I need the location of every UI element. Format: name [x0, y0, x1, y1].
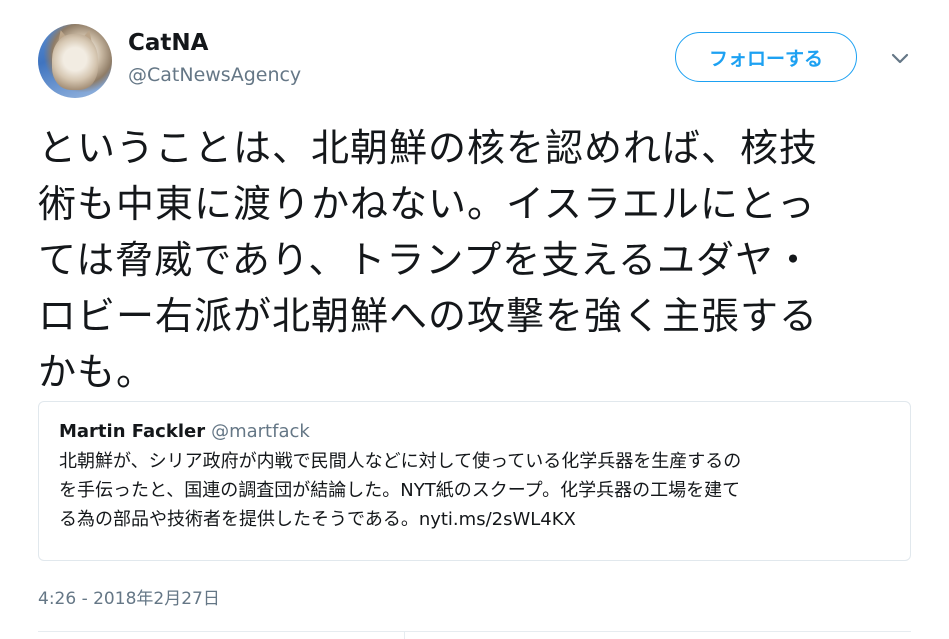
quoted-tweet-text: 北朝鮮が、シリア政府が内戦で民間人などに対して使っている化学兵器を生産するの を…: [59, 447, 899, 534]
quoted-author-handle: @martfack: [211, 421, 310, 442]
avatar-cat-face: [52, 34, 98, 90]
quoted-author-name: Martin Fackler: [59, 421, 206, 442]
tweet-line: ロビー右派が北朝鮮への攻撃を強く主張する: [38, 294, 819, 338]
chevron-down-icon[interactable]: [887, 46, 913, 72]
divider-tick: [404, 632, 405, 639]
avatar[interactable]: [38, 24, 112, 98]
divider: [38, 631, 911, 632]
author-handle[interactable]: @CatNewsAgency: [128, 64, 301, 86]
tweet-text: ということは、北朝鮮の核を認めれば、核技 術も中東に渡りかねない。イスラエルにと…: [38, 120, 918, 400]
quoted-tweet[interactable]: Martin Fackler @martfack 北朝鮮が、シリア政府が内戦で民間…: [38, 401, 911, 561]
quoted-tweet-line: を手伝ったと、国連の調査団が結論した。NYT紙のスクープ。化学兵器の工場を建て: [59, 480, 741, 501]
quoted-tweet-header: Martin Fackler @martfack: [59, 418, 890, 446]
quoted-tweet-line: る為の部品や技術者を提供したそうである。nyti.ms/2sWL4KX: [59, 509, 576, 530]
tweet-line: かも。: [38, 350, 156, 394]
author-name[interactable]: CatNA: [128, 30, 208, 56]
tweet-timestamp[interactable]: 4:26 - 2018年2月27日: [38, 584, 220, 609]
tweet-line: ということは、北朝鮮の核を認めれば、核技: [38, 126, 819, 170]
follow-button[interactable]: フォローする: [675, 32, 857, 82]
tweet-line: 術も中東に渡りかねない。イスラエルにとっ: [38, 182, 816, 226]
tweet-line: ては脅威であり、トランプを支えるユダヤ・: [38, 238, 814, 282]
quoted-tweet-line: 北朝鮮が、シリア政府が内戦で民間人などに対して使っている化学兵器を生産するの: [59, 451, 742, 472]
